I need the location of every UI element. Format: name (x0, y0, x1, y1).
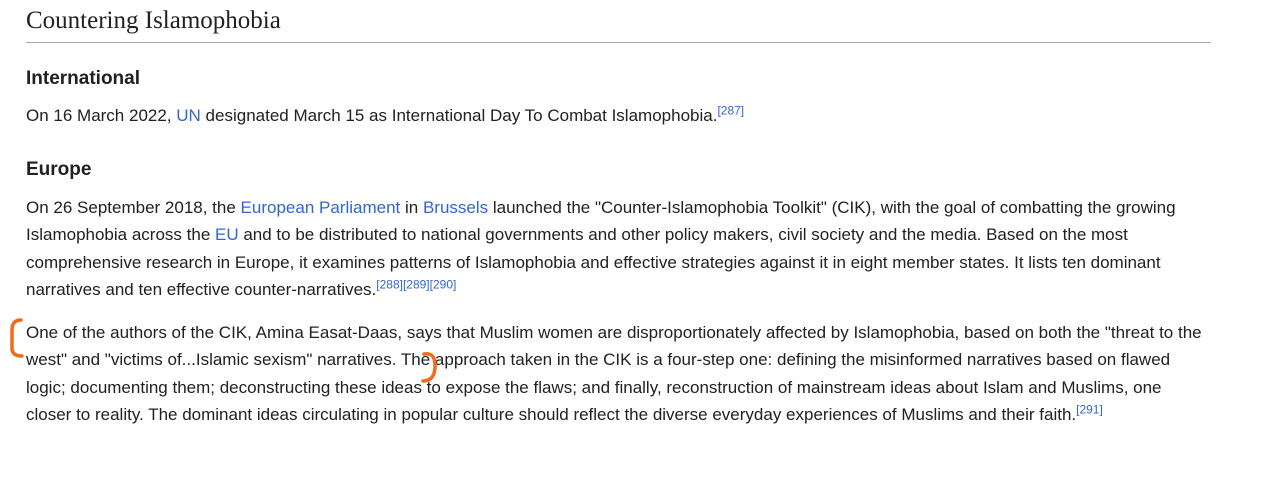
subheading-international: International (26, 68, 141, 89)
text-run: One of the authors of the CIK, Amina Eas… (26, 322, 1202, 425)
ref-287[interactable]: [287] (717, 103, 744, 117)
ref-291[interactable]: [291] (1076, 402, 1103, 416)
article-content: Countering Islamophobia International On… (26, 0, 1211, 429)
paragraph-europe-2: One of the authors of the CIK, Amina Eas… (26, 319, 1211, 429)
text-run: On 16 March 2022, (26, 106, 177, 125)
text-run: designated March 15 as International Day… (200, 106, 718, 125)
section-heading: Countering Islamophobia (26, 6, 1211, 43)
text-run: On 26 September 2018, the (26, 197, 241, 217)
subheading-europe: Europe (26, 158, 92, 180)
refs-288-290[interactable]: [288][289][290] (376, 277, 456, 291)
link-european-parliament[interactable]: European Parliament (241, 198, 401, 217)
link-un[interactable]: UN (176, 106, 201, 125)
link-eu[interactable]: EU (215, 225, 239, 244)
annotation-bracket-left (10, 318, 24, 358)
link-brussels[interactable]: Brussels (423, 198, 488, 217)
paragraph-europe-1: On 26 September 2018, the European Parli… (26, 194, 1211, 304)
text-run: in (400, 197, 423, 217)
paragraph-international: On 16 March 2022, UN designated March 15… (26, 102, 1211, 130)
